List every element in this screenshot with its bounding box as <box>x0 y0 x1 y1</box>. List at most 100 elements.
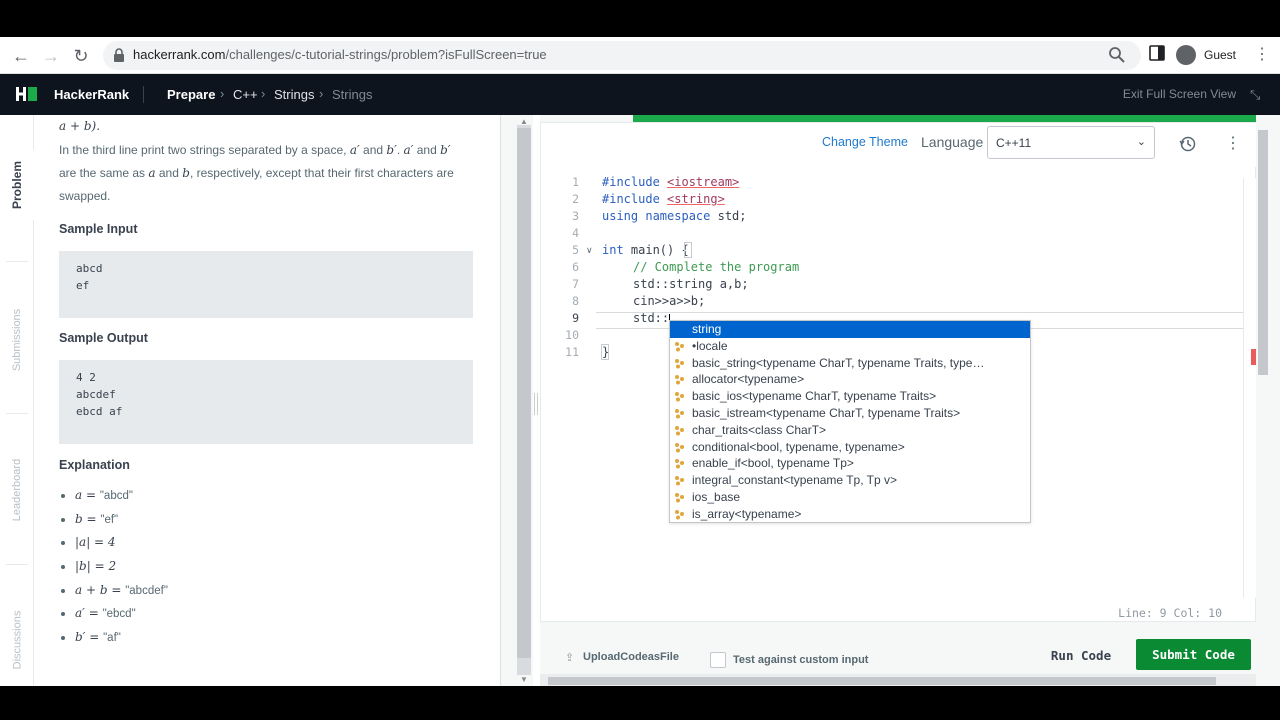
collapse-icon[interactable]: ⤡ <box>1250 87 1264 102</box>
sample-output-line: abcdef <box>76 388 116 401</box>
language-value: C++11 <box>996 136 1032 150</box>
breadcrumb-prepare[interactable]: Prepare <box>167 87 215 102</box>
line-number: 4 <box>572 226 579 240</box>
autocomplete-item[interactable]: conditional<bool, typename, typename> <box>670 439 1030 456</box>
class-icon <box>675 392 684 402</box>
code-line: std::string a,b; <box>633 277 749 291</box>
editor-vertical-scrollbar[interactable] <box>1243 178 1257 598</box>
tab-submissions[interactable]: Submissions <box>0 305 34 375</box>
horizontal-scrollbar[interactable] <box>540 674 1256 686</box>
chevron-down-icon: ⌄ <box>1136 136 1146 148</box>
autocomplete-item[interactable]: char_traits<class CharT> <box>670 422 1030 439</box>
class-icon <box>675 509 684 520</box>
zoom-icon[interactable] <box>1107 45 1127 65</box>
class-icon <box>675 442 684 453</box>
browser-menu-icon[interactable]: ⋮ <box>1254 45 1270 65</box>
class-icon <box>675 425 684 436</box>
line-number: 11 <box>565 345 579 359</box>
autocomplete-item[interactable]: allocator<typename> <box>670 371 1030 388</box>
page-scrollbar[interactable] <box>1256 122 1280 686</box>
language-label: Language <box>921 134 984 150</box>
code-comment: // Complete the program <box>633 260 800 274</box>
upload-file-link[interactable]: UploadCodeasFile <box>583 651 679 663</box>
class-icon <box>675 341 684 352</box>
problem-scrollbar[interactable]: ▲ ▼ <box>500 115 533 686</box>
explanation-item: b = "ef" <box>61 512 118 526</box>
page-scrollbar-thumb[interactable] <box>1258 130 1268 375</box>
class-icon <box>675 493 684 503</box>
line-number: 9 <box>572 311 579 325</box>
breadcrumb-current: Strings <box>332 87 373 102</box>
explanation-item: a = "abcd" <box>61 488 133 502</box>
line-number: 7 <box>572 277 579 291</box>
reload-icon[interactable]: ↻ <box>68 43 94 69</box>
problem-para-line-1: In the third line print two strings sepa… <box>59 143 451 157</box>
back-arrow-icon[interactable]: ← <box>8 43 34 69</box>
autocomplete-item[interactable]: basic_ios<typename CharT, typename Trait… <box>670 388 1030 405</box>
tab-discussions[interactable]: Discussions <box>0 605 34 675</box>
sample-output-box: 4 2 abcdef ebcd af <box>59 360 473 444</box>
explanation-item: a′ = "ebcd" <box>61 606 136 620</box>
upload-icon[interactable]: ⇪ <box>565 651 577 664</box>
more-options-icon[interactable]: ⋮ <box>1225 133 1241 155</box>
tab-problem[interactable]: Problem <box>0 150 34 220</box>
horizontal-scrollbar-thumb[interactable] <box>548 677 1216 685</box>
scroll-down-arrow-icon[interactable]: ▼ <box>517 675 531 684</box>
autocomplete-item[interactable]: enable_if<bool, typename Tp> <box>670 455 1030 472</box>
fold-chevron-icon[interactable]: ∨ <box>586 245 593 256</box>
submit-code-button[interactable]: Submit Code <box>1136 639 1251 670</box>
matching-brace-highlight <box>601 344 609 360</box>
scrollbar-thumb[interactable] <box>517 128 531 658</box>
chevron-right-icon: › <box>220 86 225 101</box>
line-number: 3 <box>572 209 579 223</box>
pane-resize-handle[interactable] <box>534 393 538 415</box>
profile-label: Guest <box>1204 48 1237 62</box>
sample-input-title: Sample Input <box>59 222 138 236</box>
autocomplete-item[interactable]: ios_base <box>670 489 1030 506</box>
autocomplete-item[interactable]: is_array<typename> <box>670 506 1030 523</box>
side-panel-icon[interactable] <box>1149 45 1165 61</box>
code-line: #include <string> <box>602 192 725 206</box>
sample-output-line: ebcd af <box>76 405 123 418</box>
explanation-item: |b| = 2 <box>61 559 116 573</box>
line-number: 1 <box>572 175 579 189</box>
explanation-item: b′ = "af" <box>61 630 121 644</box>
bottom-black-bar <box>0 686 1280 720</box>
explanation-title: Explanation <box>59 458 130 472</box>
change-theme-link[interactable]: Change Theme <box>822 135 908 149</box>
autocomplete-item[interactable]: integral_constant<typename Tp, Tp v> <box>670 472 1030 489</box>
hackerrank-header: HackerRank Prepare › C++ › Strings › Str… <box>0 74 1280 115</box>
breadcrumb-strings[interactable]: Strings <box>274 87 314 102</box>
url-host: hackerrank.com <box>133 47 226 62</box>
forward-arrow-icon[interactable]: → <box>38 43 64 69</box>
class-icon <box>675 409 684 419</box>
url-text: hackerrank.com/challenges/c-tutorial-str… <box>133 47 547 62</box>
code-line: cin>>a>>b; <box>633 294 706 308</box>
chevron-right-icon: › <box>319 86 324 101</box>
tab-divider <box>6 564 28 565</box>
line-number: 8 <box>572 294 579 308</box>
address-bar[interactable]: hackerrank.com/challenges/c-tutorial-str… <box>103 41 1141 70</box>
language-select[interactable]: C++11 ⌄ <box>987 126 1155 159</box>
chevron-right-icon: › <box>261 86 266 101</box>
autocomplete-item[interactable]: string <box>670 321 1030 338</box>
breadcrumb-cpp[interactable]: C++ <box>233 87 258 102</box>
brand-name[interactable]: HackerRank <box>54 87 129 102</box>
code-line: std:: <box>633 311 670 325</box>
tab-leaderboard[interactable]: Leaderboard <box>0 455 34 525</box>
tab-divider <box>6 413 28 414</box>
run-code-button[interactable]: Run Code <box>1040 640 1122 671</box>
main-content: Problem Submissions Leaderboard Discussi… <box>0 115 1280 686</box>
custom-input-checkbox[interactable] <box>710 652 726 668</box>
matching-brace-highlight <box>684 242 692 258</box>
problem-para-line-2: are the same as a and b, respectively, e… <box>59 166 454 180</box>
autocomplete-item[interactable]: basic_string<typename CharT, typename Tr… <box>670 355 1030 372</box>
hackerrank-logo[interactable] <box>16 86 38 102</box>
class-icon <box>675 476 684 486</box>
autocomplete-item[interactable]: basic_istream<typename CharT, typename T… <box>670 405 1030 422</box>
exit-fullscreen-link[interactable]: Exit Full Screen View <box>1123 87 1236 101</box>
custom-input-label[interactable]: Test against custom input <box>733 654 868 666</box>
history-icon[interactable] <box>1179 135 1197 153</box>
autocomplete-item[interactable]: •locale <box>670 338 1030 355</box>
sample-input-box: abcd ef <box>59 251 473 318</box>
